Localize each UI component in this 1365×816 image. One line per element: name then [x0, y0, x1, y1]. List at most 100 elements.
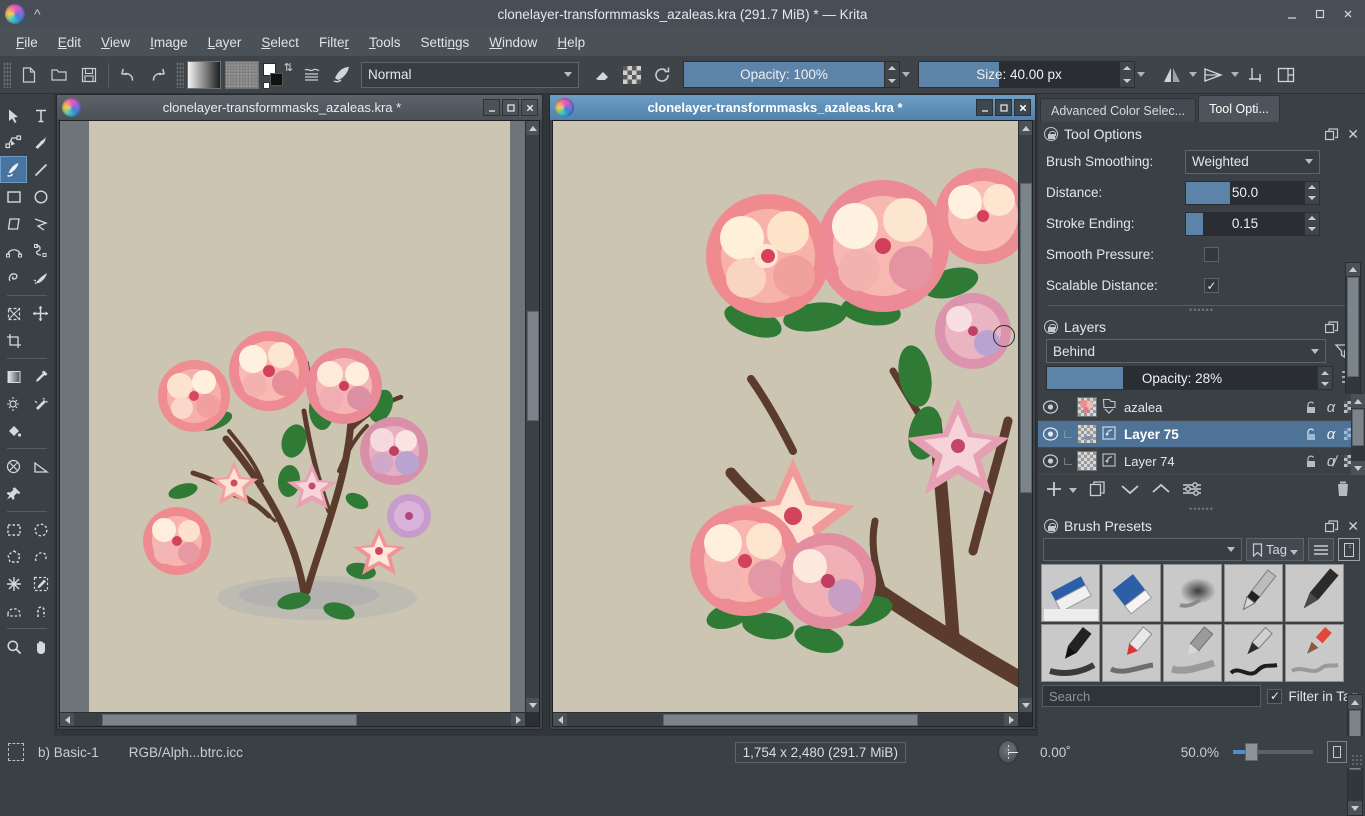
canvas-2-hscroll-thumb[interactable] — [663, 714, 918, 726]
menu-filter[interactable]: Filter — [309, 31, 359, 54]
magnetic-selection-tool[interactable] — [27, 597, 54, 624]
pattern-swatch[interactable] — [225, 61, 259, 89]
freehand-brush-tool[interactable] — [0, 156, 27, 183]
close-panel-icon[interactable]: ✕ — [1347, 127, 1359, 141]
canvas-1-horizontal-scrollbar[interactable] — [60, 712, 525, 726]
canvas-2-viewport[interactable] — [553, 121, 1018, 712]
bezier-selection-tool[interactable] — [0, 597, 27, 624]
rectangle-tool[interactable] — [0, 183, 27, 210]
opacity-dropdown-icon[interactable] — [900, 61, 912, 88]
menu-edit[interactable]: Edit — [48, 31, 91, 54]
pan-tool[interactable] — [27, 633, 54, 660]
stroke-ending-slider[interactable]: 0.15 — [1185, 212, 1305, 236]
brush-editor-icon[interactable] — [328, 61, 356, 89]
layer-opacity-spinner[interactable] — [1318, 366, 1333, 390]
blending-mode-combo[interactable]: Normal — [361, 62, 579, 88]
table-row[interactable]: ∟ Layer 75 α — [1038, 421, 1365, 448]
presets-menu-button[interactable] — [1308, 538, 1334, 561]
gradient-tool[interactable] — [0, 363, 27, 390]
open-file-icon[interactable] — [45, 61, 73, 89]
layer-name[interactable]: Layer 75 — [1124, 427, 1304, 442]
close-panel-icon-presets[interactable]: ✕ — [1347, 519, 1359, 533]
layer-blending-mode-combo[interactable]: Behind — [1046, 339, 1326, 363]
subwindow-2-maximize-button[interactable] — [995, 99, 1012, 116]
transform-tool[interactable] — [0, 300, 27, 327]
layer-list-scrollbar[interactable] — [1351, 394, 1365, 475]
canvas-2-image[interactable] — [553, 121, 1018, 712]
move-tool[interactable] — [27, 300, 54, 327]
distance-spinner[interactable] — [1305, 181, 1320, 205]
duplicate-layer-button[interactable] — [1088, 479, 1108, 502]
lock-icon-presets[interactable] — [1044, 519, 1058, 533]
fit-to-page-button[interactable] — [1327, 741, 1347, 763]
polygon-tool[interactable] — [0, 210, 27, 237]
lock-icon-layers[interactable] — [1044, 320, 1058, 334]
layer-list[interactable]: azalea α ∟ — [1038, 394, 1365, 475]
layer-lock-icon[interactable] — [1304, 401, 1318, 414]
mirror-horizontal-icon[interactable] — [1158, 61, 1186, 89]
dynamic-brush-tool[interactable] — [0, 264, 27, 291]
move-layer-up-button[interactable] — [1150, 479, 1172, 502]
clone-layer-icon[interactable] — [1102, 426, 1116, 443]
subwindow-2-titlebar[interactable]: clonelayer-transformmasks_azaleas.kra * — [550, 95, 1035, 120]
workspace-chooser-icon[interactable] — [1272, 61, 1300, 89]
menu-tools[interactable]: Tools — [359, 31, 411, 54]
canvas-1-scroll-right-button[interactable] — [511, 713, 525, 727]
bezier-curve-tool[interactable] — [0, 237, 27, 264]
brush-preset-eraser-soft[interactable] — [1041, 564, 1100, 622]
edit-shapes-tool[interactable] — [0, 129, 27, 156]
smooth-pressure-checkbox[interactable] — [1204, 247, 1219, 262]
layer-name[interactable]: azalea — [1124, 400, 1304, 415]
visibility-toggle-icon[interactable] — [1042, 454, 1059, 469]
window-maximize-button[interactable] — [1307, 2, 1333, 26]
add-layer-button[interactable] — [1044, 479, 1064, 502]
float-panel-icon-presets[interactable] — [1325, 520, 1338, 533]
brush-preset-eraser-small[interactable] — [1102, 564, 1161, 622]
panel-splitter-handle-2[interactable]: •••••• — [1038, 505, 1365, 514]
preset-selector-combo[interactable] — [1043, 538, 1242, 561]
opacity-slider[interactable]: Opacity: 100% — [683, 61, 885, 88]
text-tool[interactable] — [27, 102, 54, 129]
rotation-value[interactable]: 0.00˚ — [1040, 745, 1071, 760]
multibrush-tool[interactable] — [27, 264, 54, 291]
canvas-rotation-icon[interactable] — [998, 740, 1018, 764]
elliptical-selection-tool[interactable] — [27, 516, 54, 543]
menu-collapse-icon[interactable]: ^ — [34, 7, 41, 21]
canvas-2-vscroll-thumb[interactable] — [1020, 183, 1032, 493]
brush-preset-ink-pen-dark[interactable] — [1285, 564, 1344, 622]
ellipse-tool[interactable] — [27, 183, 54, 210]
float-panel-icon[interactable] — [1325, 128, 1338, 141]
search-input[interactable]: Search — [1042, 685, 1261, 707]
mirror-horizontal-dropdown-icon[interactable] — [1187, 61, 1199, 88]
zoom-value[interactable]: 50.0% — [1181, 745, 1219, 760]
undo-icon[interactable] — [114, 61, 142, 89]
gradient-swatch[interactable] — [187, 61, 221, 89]
zoom-tool[interactable] — [0, 633, 27, 660]
fill-tool[interactable] — [0, 417, 27, 444]
presets-storage-button[interactable] — [1338, 538, 1360, 561]
brush-presets-popup-icon[interactable] — [298, 61, 326, 89]
window-minimize-button[interactable] — [1279, 2, 1305, 26]
float-panel-icon-layers[interactable] — [1325, 321, 1338, 334]
size-spinner[interactable] — [1120, 61, 1135, 88]
canvas-1-viewport[interactable] — [60, 121, 525, 712]
color-picker-tool[interactable] — [27, 363, 54, 390]
brush-smoothing-combo[interactable]: Weighted — [1185, 150, 1320, 174]
layer-alpha-disabled-icon[interactable]: ɑ̸ — [1324, 455, 1338, 468]
brush-preset-pen-grey[interactable] — [1163, 624, 1222, 682]
opacity-spinner[interactable] — [885, 61, 900, 88]
layer-thumbnail[interactable] — [1077, 451, 1097, 471]
window-close-button[interactable] — [1335, 2, 1361, 26]
tag-button[interactable]: Tag — [1246, 538, 1304, 561]
new-file-icon[interactable] — [15, 61, 43, 89]
add-layer-dropdown-icon[interactable] — [1069, 488, 1077, 493]
swap-colors-icon[interactable]: ⇅ — [284, 61, 293, 74]
menu-settings[interactable]: Settings — [410, 31, 479, 54]
color-profile-label[interactable]: RGB/Alph...btrc.icc — [129, 745, 243, 760]
current-brush-preset-label[interactable]: b) Basic-1 — [38, 745, 99, 760]
line-tool[interactable] — [27, 156, 54, 183]
enclose-and-fill-tool[interactable] — [0, 453, 27, 480]
mirror-vertical-dropdown-icon[interactable] — [1229, 61, 1241, 88]
calligraphy-tool[interactable] — [27, 129, 54, 156]
layer-alpha-icon[interactable]: α — [1324, 428, 1338, 441]
